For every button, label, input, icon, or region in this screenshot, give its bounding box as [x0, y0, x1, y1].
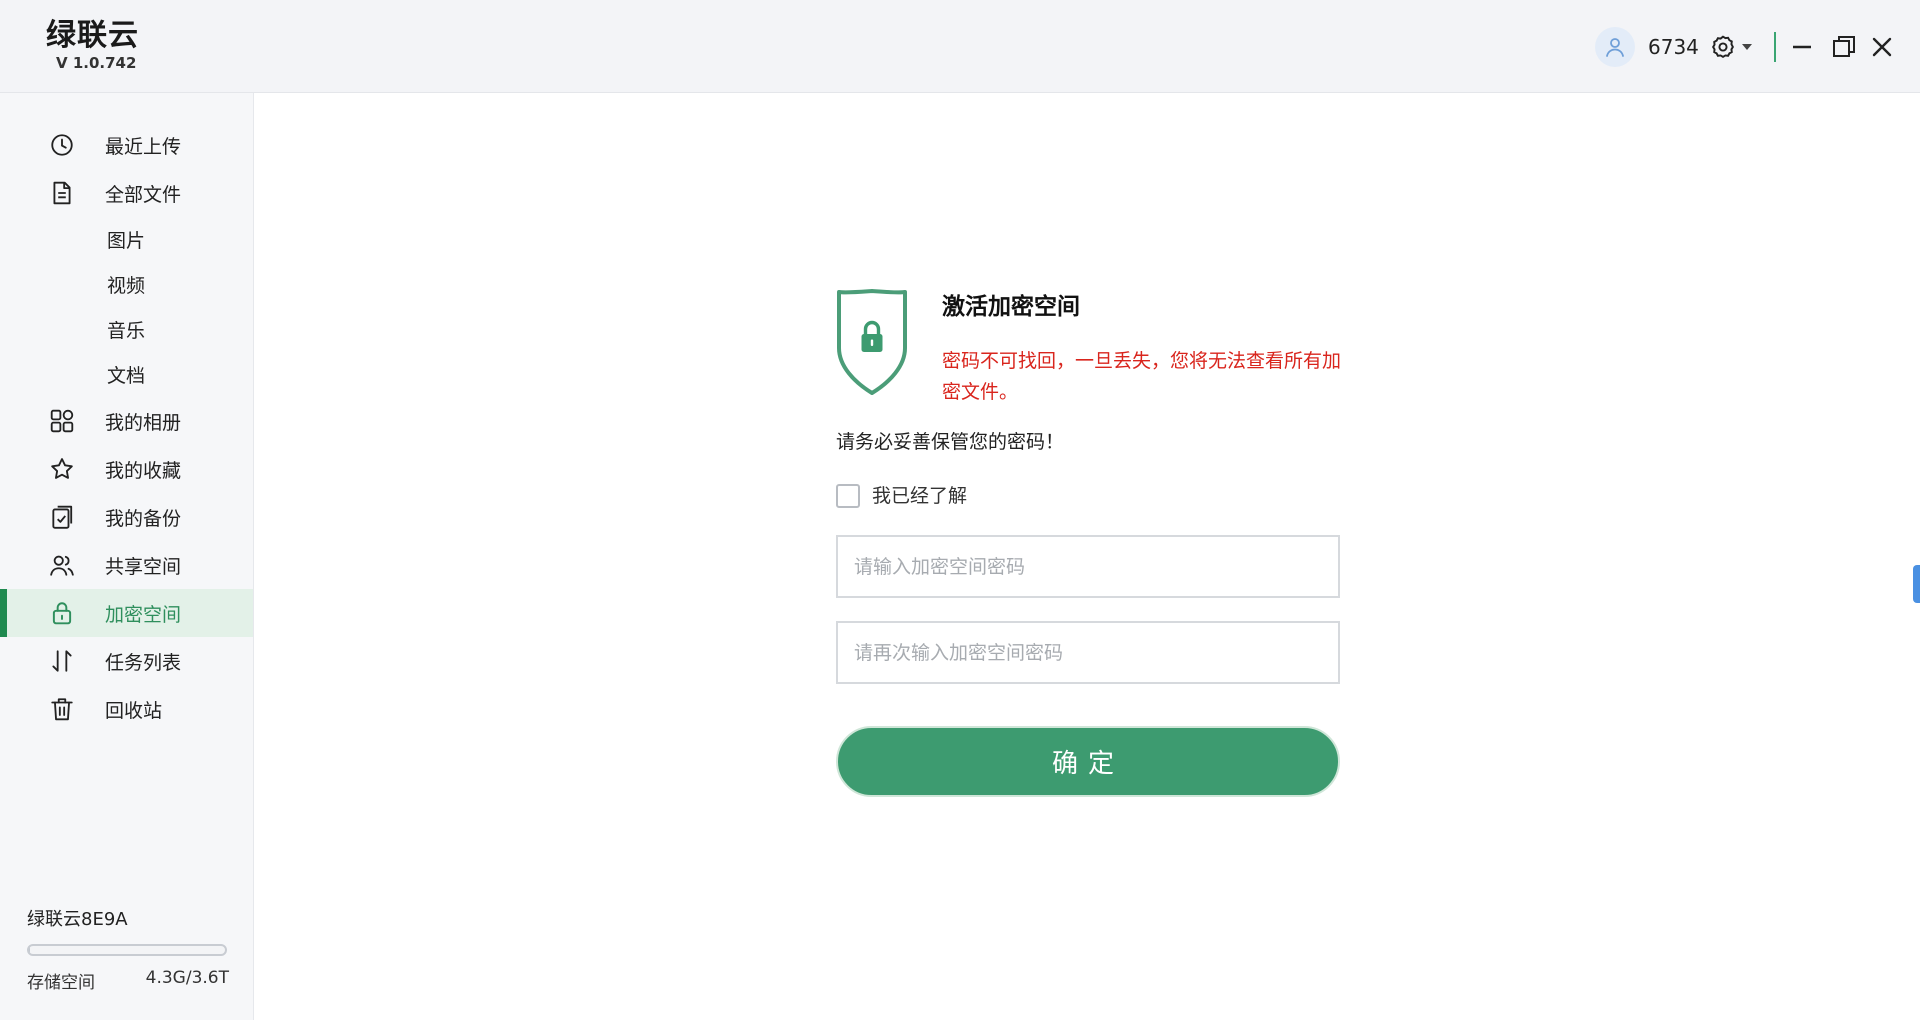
sidebar-item-recycle-bin[interactable]: 回收站 — [0, 685, 253, 733]
sidebar-nav: 最近上传 全部文件 图片 视频 音乐 文档 我的相册 我的收藏 我的备份 共享空… — [0, 93, 253, 733]
sidebar-item-encrypted-space[interactable]: 加密空间 — [0, 589, 253, 637]
title-bar-divider — [1774, 32, 1776, 62]
sidebar-item-shared-space[interactable]: 共享空间 — [0, 541, 253, 589]
sidebar-item-label: 视频 — [107, 275, 146, 297]
storage-panel: 绿联云8E9A 存储空间 4.3G/3.6T — [27, 908, 229, 993]
acknowledge-checkbox-row[interactable]: 我已经了解 — [836, 484, 967, 508]
sidebar-item-label: 最近上传 — [105, 135, 182, 158]
maximize-button[interactable] — [1827, 30, 1861, 64]
storage-usage: 4.3G/3.6T — [145, 968, 229, 988]
clock-icon — [48, 131, 76, 159]
title-bar: 绿联云 V 1.0.742 6734 — [0, 0, 1920, 93]
user-id[interactable]: 6734 — [1648, 33, 1699, 61]
grid-icon — [48, 407, 76, 435]
sidebar-item-label: 我的备份 — [105, 507, 182, 530]
sidebar-item-backup[interactable]: 我的备份 — [0, 493, 253, 541]
sidebar-item-label: 我的相册 — [105, 411, 182, 434]
settings-menu-button[interactable] — [1710, 32, 1756, 62]
sidebar-item-label: 音乐 — [107, 320, 146, 342]
sidebar-item-label: 共享空间 — [105, 555, 182, 578]
users-icon — [48, 551, 76, 579]
shield-lock-icon — [837, 289, 907, 395]
sidebar-item-task-list[interactable]: 任务列表 — [0, 637, 253, 685]
side-panel-handle[interactable] — [1913, 565, 1920, 603]
sidebar-item-videos[interactable]: 视频 — [0, 262, 253, 307]
sidebar-item-label: 回收站 — [105, 699, 163, 722]
sidebar-item-recent-uploads[interactable]: 最近上传 — [0, 121, 253, 169]
lock-icon — [48, 599, 76, 627]
device-name: 绿联云8E9A — [27, 909, 128, 930]
sidebar-item-label: 任务列表 — [105, 651, 182, 674]
confirm-button[interactable]: 确定 — [836, 726, 1340, 797]
acknowledge-checkbox[interactable] — [836, 484, 860, 508]
gear-icon — [1712, 35, 1734, 58]
minimize-button[interactable] — [1785, 30, 1819, 64]
sidebar-item-documents[interactable]: 文档 — [0, 352, 253, 397]
restore-icon — [1833, 36, 1855, 57]
sidebar-item-music[interactable]: 音乐 — [0, 307, 253, 352]
storage-progress-bar — [27, 944, 227, 956]
sidebar-item-label: 全部文件 — [105, 183, 182, 206]
sidebar-item-label: 文档 — [107, 365, 146, 387]
sidebar-item-all-files[interactable]: 全部文件 — [0, 169, 253, 217]
star-icon — [48, 455, 76, 483]
app-window: 绿联云 V 1.0.742 6734 最近上传 全部文件 图片 视频 音乐 文档… — [0, 0, 1920, 1020]
sidebar-item-images[interactable]: 图片 — [0, 217, 253, 262]
backup-icon — [48, 503, 76, 531]
file-icon — [48, 179, 76, 207]
sidebar-item-albums[interactable]: 我的相册 — [0, 397, 253, 445]
user-icon — [1606, 38, 1624, 57]
page-title: 激活加密空间 — [942, 294, 1080, 320]
close-button[interactable] — [1865, 30, 1899, 64]
password-input[interactable] — [836, 535, 1340, 598]
sidebar-item-label: 我的收藏 — [105, 459, 182, 482]
notice-text: 请务必妥善保管您的密码！ — [836, 431, 1065, 453]
app-version: V 1.0.742 — [56, 54, 137, 72]
storage-info-row: 存储空间 4.3G/3.6T — [27, 968, 229, 993]
sidebar-item-label: 加密空间 — [105, 603, 182, 626]
storage-label: 存储空间 — [27, 973, 95, 993]
chevron-down-icon — [1742, 44, 1752, 50]
sidebar-item-label: 图片 — [107, 230, 146, 252]
transfer-icon — [48, 647, 76, 675]
brand: 绿联云 V 1.0.742 — [46, 18, 139, 72]
warning-text: 密码不可找回，一旦丢失，您将无法查看所有加密文件。 — [942, 350, 1342, 403]
close-icon — [1872, 37, 1892, 57]
trash-icon — [48, 695, 76, 723]
password-confirm-input[interactable] — [836, 621, 1340, 684]
sidebar-item-favorites[interactable]: 我的收藏 — [0, 445, 253, 493]
avatar[interactable] — [1595, 27, 1635, 67]
app-title: 绿联云 — [46, 18, 139, 53]
sidebar: 最近上传 全部文件 图片 视频 音乐 文档 我的相册 我的收藏 我的备份 共享空… — [0, 93, 254, 1020]
minimize-icon — [1793, 45, 1811, 49]
acknowledge-label: 我已经了解 — [872, 485, 968, 507]
